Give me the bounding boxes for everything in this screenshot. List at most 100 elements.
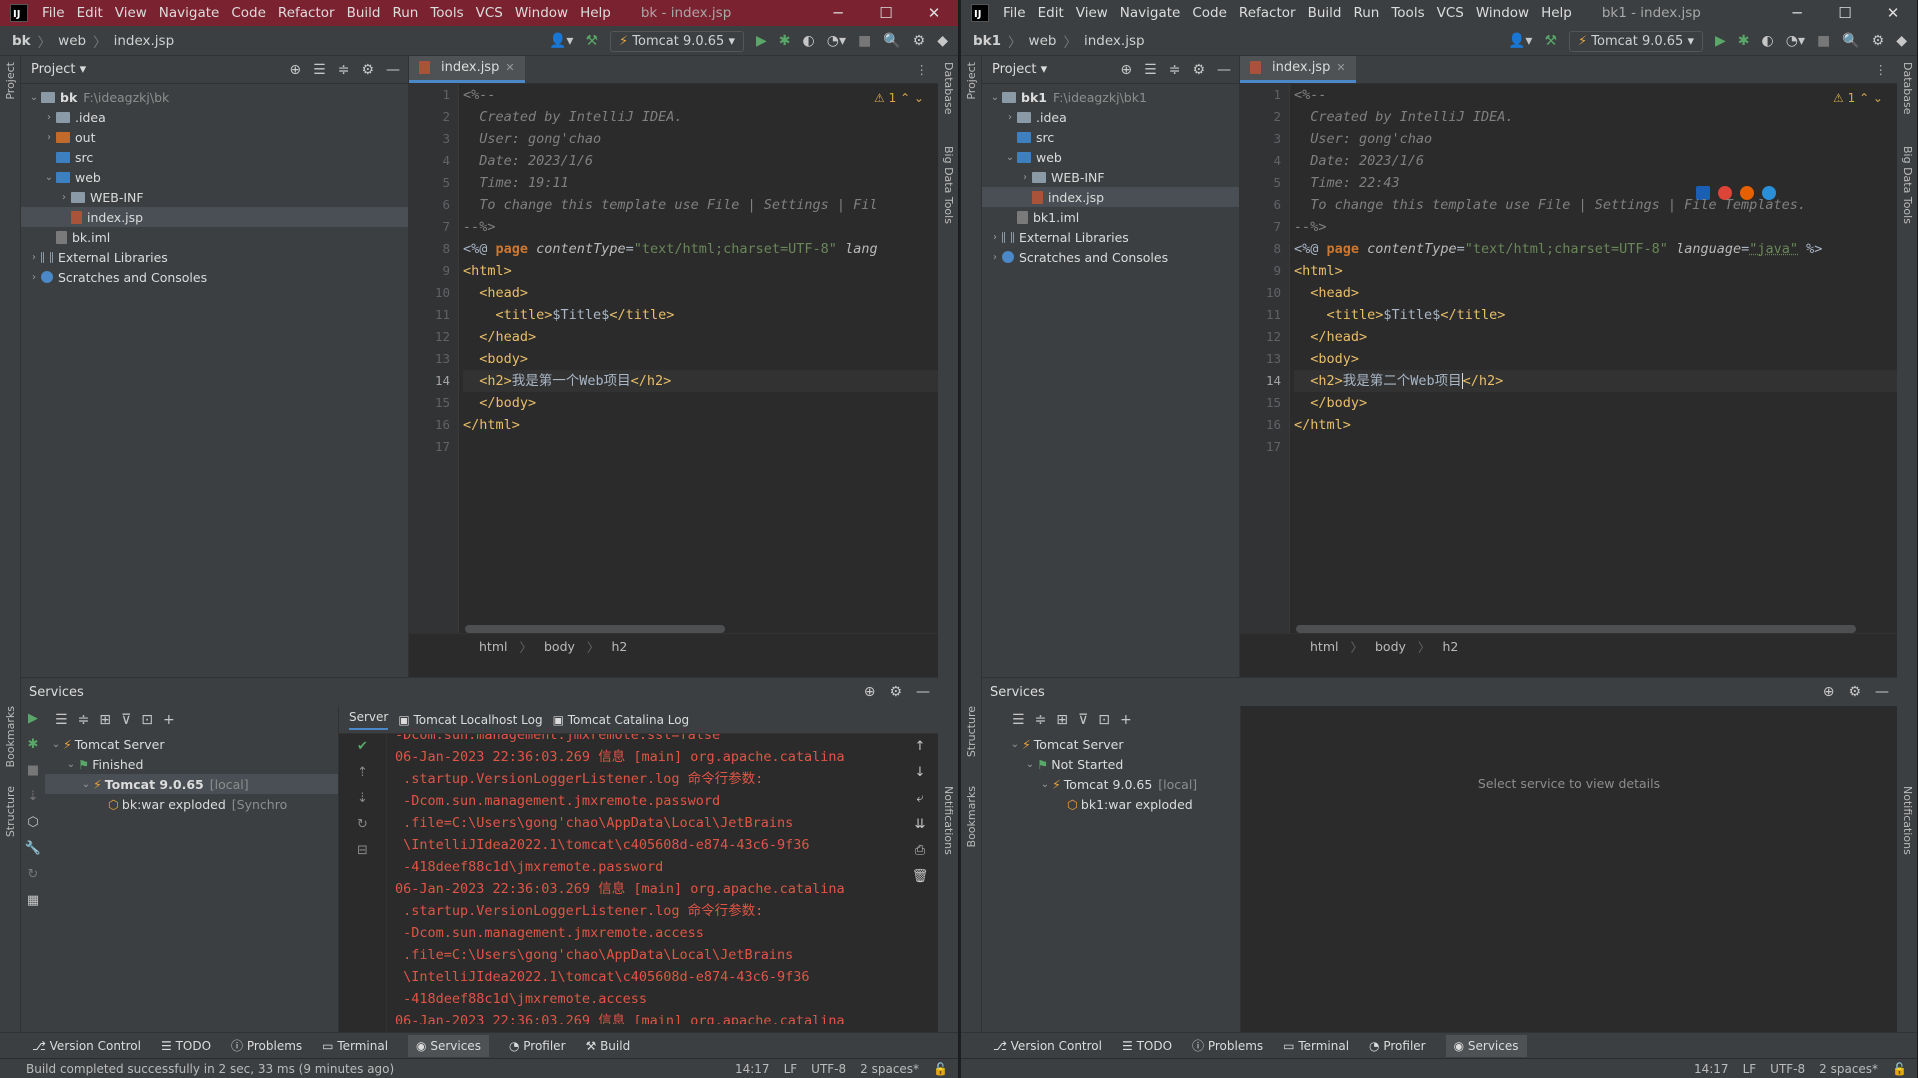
tree-item[interactable]: ⌄ bk1 F:\ideagzkj\bk1	[982, 87, 1239, 107]
service-tree-item[interactable]: ⌄ ⚡ Tomcat 9.0.65 [local]	[45, 774, 338, 794]
tree-item[interactable]: src	[21, 147, 408, 167]
expand-all-icon[interactable]: ☰	[1012, 712, 1025, 728]
menu-tools[interactable]: Tools	[1385, 5, 1430, 21]
settings-gear-icon[interactable]: ⚙	[1872, 33, 1885, 49]
strip-bookmarks[interactable]: Bookmarks	[4, 706, 17, 767]
debug-icon[interactable]: ✱	[21, 732, 45, 758]
wrench-icon[interactable]: 🔧	[21, 836, 45, 862]
collapse-all-icon[interactable]: ≑	[78, 712, 90, 728]
strip-notifications[interactable]: Notifications	[1901, 786, 1914, 855]
strip-big-data-tools[interactable]: Big Data Tools	[942, 146, 955, 224]
debug-icon[interactable]: ✱	[1738, 33, 1750, 49]
print-icon[interactable]: ⎙	[902, 838, 938, 864]
tab-server[interactable]: Server	[349, 710, 389, 730]
tree-item[interactable]: src	[982, 127, 1239, 147]
strip-bookmarks[interactable]: Bookmarks	[965, 786, 978, 847]
service-tree-item[interactable]: ⌄ ⚑ Not Started	[1004, 754, 1240, 774]
deploy-icon[interactable]: ⬡	[21, 810, 45, 836]
stop-icon[interactable]: ■	[21, 758, 45, 784]
user-icon[interactable]: 👤▾	[1508, 33, 1532, 49]
locate-icon[interactable]: ⊕	[1823, 684, 1835, 700]
menu-navigate[interactable]: Navigate	[153, 5, 226, 21]
collapse-all-icon[interactable]: ≑	[338, 62, 350, 78]
minimize-icon[interactable]: ─	[1773, 0, 1821, 26]
strip-project[interactable]: Project	[965, 62, 978, 100]
menu-vcs[interactable]: VCS	[1431, 5, 1470, 21]
refresh-icon[interactable]: ↻	[21, 862, 45, 888]
chevron-icon[interactable]: ›	[57, 192, 71, 203]
crumb-h2[interactable]: h2	[611, 639, 627, 654]
layout-icon[interactable]: ▦	[21, 888, 45, 914]
chevron-icon[interactable]: ›	[27, 272, 41, 283]
tree-item[interactable]: ⌄ web	[21, 167, 408, 187]
chevron-icon[interactable]: ⌄	[1038, 779, 1052, 790]
strip-database[interactable]: Database	[1901, 62, 1914, 115]
chevron-icon[interactable]: ⌄	[42, 172, 56, 183]
menu-window[interactable]: Window	[1470, 5, 1535, 21]
options-gear-icon[interactable]: ⚙	[1848, 684, 1861, 700]
menu-file[interactable]: File	[36, 5, 71, 21]
tool-tab-todo[interactable]: ☰ TODO	[161, 1039, 211, 1053]
menu-help[interactable]: Help	[574, 5, 617, 21]
group-by-icon[interactable]: ⊞	[1056, 712, 1068, 728]
strip-notifications[interactable]: Notifications	[942, 786, 955, 855]
menu-build[interactable]: Build	[341, 5, 387, 21]
soft-wrap-icon[interactable]: ⤶	[902, 786, 938, 812]
new-tab-icon[interactable]: ⊡	[141, 712, 153, 728]
tree-item[interactable]: ⌄ web	[982, 147, 1239, 167]
caret-position[interactable]: 14:17	[1694, 1062, 1729, 1076]
chevron-icon[interactable]: ›	[1018, 172, 1032, 183]
tree-item[interactable]: › External Libraries	[21, 247, 408, 267]
refresh-icon[interactable]: ↻	[339, 812, 386, 838]
crumb-folder[interactable]: web	[58, 33, 86, 49]
menu-code[interactable]: Code	[225, 5, 272, 21]
crumb-html[interactable]: html	[479, 639, 507, 654]
project-view-select[interactable]: Project ▾	[992, 62, 1047, 77]
tool-tab-services[interactable]: ◉ Services	[408, 1034, 489, 1057]
filter-icon[interactable]: ⊽	[1078, 712, 1088, 728]
crumb-file[interactable]: index.jsp	[1084, 33, 1145, 49]
file-encoding[interactable]: UTF-8	[1770, 1062, 1805, 1076]
search-icon[interactable]: 🔍	[883, 33, 900, 49]
tree-item[interactable]: ⌄ bk F:\ideagzkj\bk	[21, 87, 408, 107]
project-view-select[interactable]: Project ▾	[31, 62, 86, 77]
menu-run[interactable]: Run	[386, 5, 424, 21]
strip-structure[interactable]: Structure	[4, 786, 17, 837]
tool-tab-build[interactable]: ⚒ Build	[586, 1039, 631, 1053]
maximize-icon[interactable]: ☐	[1821, 0, 1869, 26]
locate-icon[interactable]: ⊕	[864, 684, 876, 700]
scroll-down-icon[interactable]: ↓	[902, 760, 938, 786]
menu-edit[interactable]: Edit	[1032, 5, 1070, 21]
hide-icon[interactable]: —	[1217, 62, 1231, 78]
strip-big-data-tools[interactable]: Big Data Tools	[1901, 146, 1914, 224]
editor-tab-index-jsp[interactable]: index.jsp ✕	[1240, 56, 1356, 83]
service-tree-item[interactable]: ⬡ bk1:war exploded	[1004, 794, 1240, 814]
chevron-icon[interactable]: ›	[988, 252, 1002, 263]
code-area[interactable]: <%-- Created by IntelliJ IDEA. User: gon…	[463, 84, 938, 633]
more-tabs-icon[interactable]: ⋮	[916, 62, 929, 77]
indent-setting[interactable]: 2 spaces*	[1819, 1062, 1878, 1076]
close-icon[interactable]: ✕	[1869, 0, 1917, 26]
tree-item[interactable]: index.jsp	[21, 207, 408, 227]
undeploy-icon[interactable]: ⇣	[339, 786, 386, 812]
tool-tab-profiler[interactable]: ◔ Profiler	[1369, 1039, 1426, 1053]
file-encoding[interactable]: UTF-8	[811, 1062, 846, 1076]
horizontal-scrollbar[interactable]	[465, 625, 725, 633]
lock-icon[interactable]: 🔓	[933, 1062, 948, 1076]
expand-all-icon[interactable]: ☰	[55, 712, 68, 728]
profile-icon[interactable]: ◔▾	[827, 33, 846, 49]
strip-project[interactable]: Project	[4, 62, 17, 100]
tree-item[interactable]: › .idea	[982, 107, 1239, 127]
close-icon[interactable]: ✕	[910, 0, 958, 26]
tree-item[interactable]: › WEB-INF	[982, 167, 1239, 187]
tool-tab-problems[interactable]: ⓘ Problems	[231, 1037, 302, 1054]
tool-tab-profiler[interactable]: ◔ Profiler	[509, 1039, 566, 1053]
hide-icon[interactable]: —	[386, 62, 400, 78]
open-browser-icon[interactable]: ⊟	[339, 838, 386, 864]
chevron-icon[interactable]: ⌄	[988, 92, 1002, 103]
settings-gear-icon[interactable]: ⚙	[913, 33, 926, 49]
chevron-icon[interactable]: ⌄	[1008, 739, 1022, 750]
user-icon[interactable]: 👤▾	[549, 33, 573, 49]
update-app-icon[interactable]: ⇣	[21, 784, 45, 810]
menu-file[interactable]: File	[997, 5, 1032, 21]
